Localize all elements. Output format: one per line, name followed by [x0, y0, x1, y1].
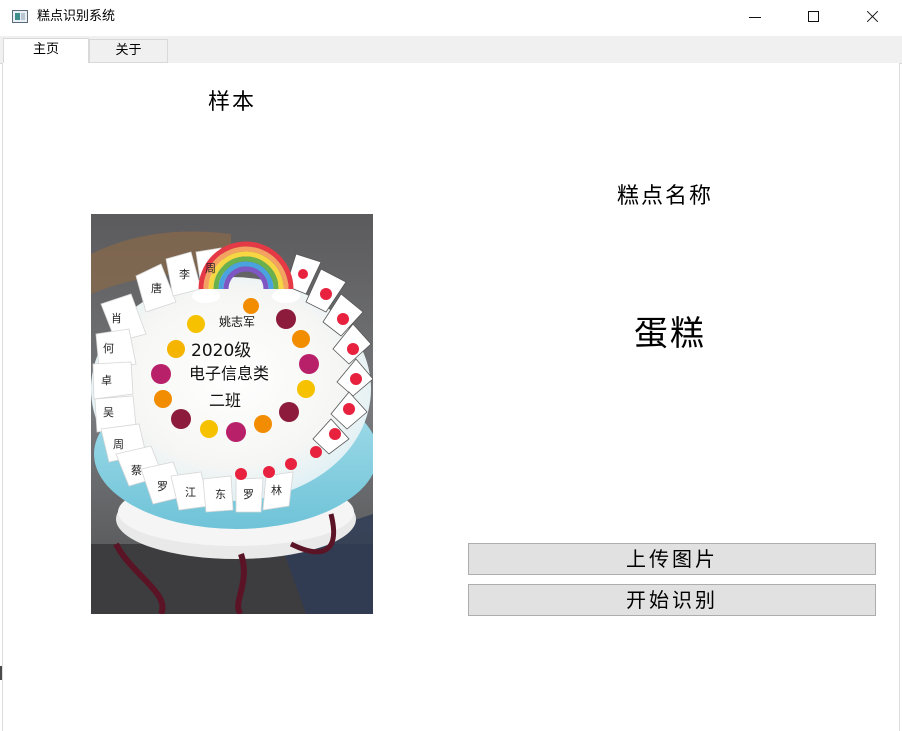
upload-image-button[interactable]: 上传图片 — [468, 543, 876, 575]
svg-text:东: 东 — [215, 488, 226, 501]
app-icon — [12, 10, 28, 23]
svg-text:2020级: 2020级 — [191, 341, 251, 361]
svg-text:蔡: 蔡 — [131, 464, 142, 477]
minimize-icon — [749, 17, 761, 18]
tab-about[interactable]: 关于 — [89, 39, 168, 63]
svg-text:江: 江 — [185, 486, 196, 499]
svg-text:李: 李 — [179, 267, 190, 281]
close-button[interactable] — [843, 0, 901, 34]
svg-text:周: 周 — [205, 262, 216, 275]
tab-home[interactable]: 主页 — [3, 38, 89, 64]
svg-text:罗: 罗 — [243, 488, 254, 501]
svg-text:罗: 罗 — [157, 480, 168, 493]
cake-photo: 姚志军 2020级 电子信息类 二班 肖 何 卓 吴 周 蔡 罗 江 东 罗 林… — [91, 214, 373, 614]
svg-text:肖: 肖 — [111, 311, 122, 325]
minimize-button[interactable] — [727, 0, 785, 34]
svg-text:吴: 吴 — [103, 406, 114, 419]
pastry-name-label: 糕点名称 — [617, 184, 714, 209]
window-title: 糕点识别系统 — [37, 9, 116, 24]
maximize-button[interactable] — [785, 0, 843, 34]
recognition-result: 蛋糕 — [634, 314, 706, 354]
svg-text:姚志军: 姚志军 — [219, 315, 255, 329]
maximize-icon — [808, 11, 819, 22]
svg-text:电子信息类: 电子信息类 — [189, 364, 269, 383]
title-bar: 糕点识别系统 — [0, 0, 902, 36]
svg-text:唐: 唐 — [151, 281, 162, 295]
tab-bar: 主页 关于 — [0, 36, 902, 64]
close-icon — [865, 10, 879, 24]
svg-text:周: 周 — [113, 438, 124, 451]
window-edge — [0, 666, 2, 680]
svg-text:林: 林 — [271, 483, 282, 497]
svg-text:二班: 二班 — [209, 391, 241, 410]
sample-label: 样本 — [208, 90, 257, 115]
start-recognition-button[interactable]: 开始识别 — [468, 584, 876, 616]
sample-image: 姚志军 2020级 电子信息类 二班 肖 何 卓 吴 周 蔡 罗 江 东 罗 林… — [91, 214, 373, 614]
svg-text:何: 何 — [103, 342, 114, 355]
svg-text:卓: 卓 — [101, 374, 112, 387]
